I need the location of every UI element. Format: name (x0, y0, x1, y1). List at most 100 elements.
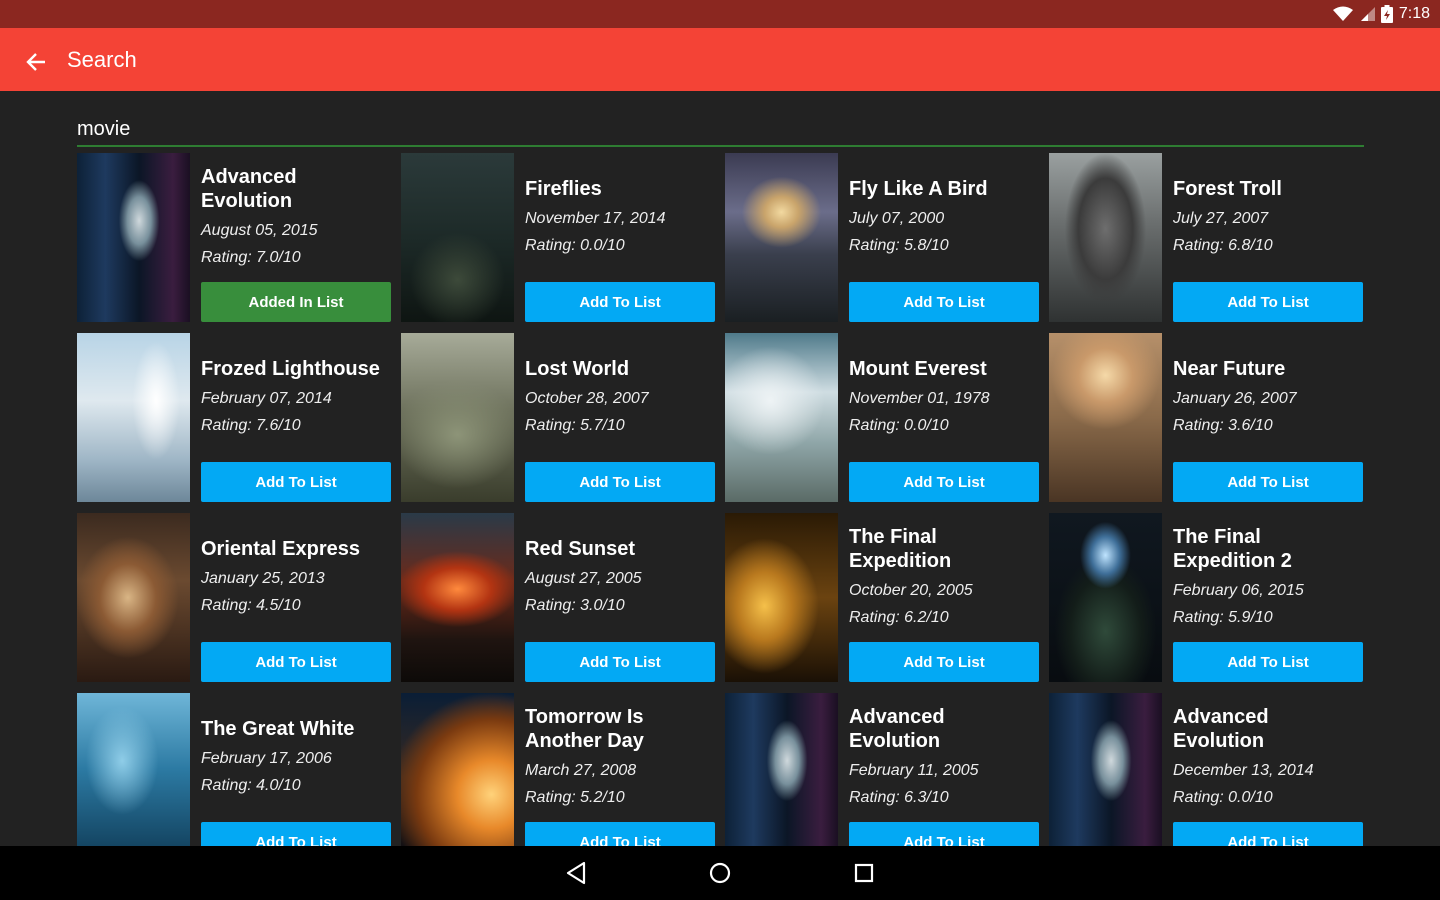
movie-poster[interactable] (1049, 153, 1162, 322)
rating-value: 5.2/10 (580, 788, 625, 806)
movie-card[interactable]: Oriental Express January 25, 2013 Rating: … (77, 513, 391, 682)
added-in-list-button[interactable]: Added In List (201, 282, 391, 322)
rating-row: Rating: 4.5/10 (201, 592, 391, 619)
release-date: February 11, 2005 (849, 761, 979, 779)
rating-value: 0.0/10 (580, 236, 625, 254)
add-to-list-button[interactable]: Add To List (525, 822, 715, 846)
search-results-panel: Advanced Evolution August 05, 2015 Rating:… (0, 91, 1440, 846)
rating-label: Rating: (525, 416, 576, 434)
add-to-list-button[interactable]: Add To List (849, 462, 1039, 502)
movie-poster[interactable] (77, 333, 190, 502)
movie-title: Frozed Lighthouse (201, 357, 380, 380)
release-date: December 13, 2014 (1173, 761, 1314, 779)
add-to-list-button[interactable]: Add To List (201, 822, 391, 846)
movie-card[interactable]: Near Future January 26, 2007 Rating: 3.6/1… (1049, 333, 1363, 502)
rating-value: 6.3/10 (904, 788, 949, 806)
rating-row: Rating: 0.0/10 (1173, 784, 1363, 811)
add-to-list-button[interactable]: Add To List (849, 642, 1039, 682)
movie-poster[interactable] (77, 693, 190, 846)
add-to-list-button[interactable]: Add To List (201, 642, 391, 682)
movie-poster[interactable] (77, 153, 190, 322)
movie-poster[interactable] (401, 153, 514, 322)
movie-card[interactable]: Lost World October 28, 2007 Rating: 5.7/10… (401, 333, 715, 502)
nav-home-button[interactable] (705, 858, 735, 888)
movie-text: Oriental Express January 25, 2013 Rating: … (201, 513, 391, 642)
rating-label: Rating: (525, 236, 576, 254)
movie-info: The Final Expedition October 20, 2005 Rati… (849, 513, 1039, 682)
rating-value: 6.2/10 (904, 608, 949, 626)
movie-card[interactable]: Red Sunset August 27, 2005 Rating: 3.0/10 A… (401, 513, 715, 682)
movie-text: Lost World October 28, 2007 Rating: 5.7/10 (525, 333, 715, 462)
movie-card[interactable]: Advanced Evolution December 13, 2014 Ratin… (1049, 693, 1363, 846)
add-to-list-button[interactable]: Add To List (525, 462, 715, 502)
movie-poster[interactable] (725, 333, 838, 502)
movie-info: Red Sunset August 27, 2005 Rating: 3.0/10 A… (525, 513, 715, 682)
add-to-list-button[interactable]: Add To List (1173, 642, 1363, 682)
movie-info: Tomorrow Is Another Day March 27, 2008 Rat… (525, 693, 715, 846)
add-to-list-button[interactable]: Add To List (1173, 822, 1363, 846)
rating-label: Rating: (201, 248, 252, 266)
add-to-list-button[interactable]: Add To List (1173, 282, 1363, 322)
movie-card[interactable]: Advanced Evolution February 11, 2005 Ratin… (725, 693, 1039, 846)
rating-value: 0.0/10 (1228, 788, 1273, 806)
movie-info: Advanced Evolution February 11, 2005 Ratin… (849, 693, 1039, 846)
add-to-list-button[interactable]: Add To List (525, 642, 715, 682)
movie-card[interactable]: Fly Like A Bird July 07, 2000 Rating: 5.8/… (725, 153, 1039, 322)
rating-label: Rating: (201, 596, 252, 614)
movie-poster[interactable] (401, 693, 514, 846)
rating-value: 7.6/10 (256, 416, 301, 434)
rating-value: 3.6/10 (1228, 416, 1273, 434)
movie-card[interactable]: The Final Expedition October 20, 2005 Rati… (725, 513, 1039, 682)
movie-info: Forest Troll July 27, 2007 Rating: 6.8/10 A… (1173, 153, 1363, 322)
movie-poster[interactable] (725, 153, 838, 322)
add-to-list-button[interactable]: Add To List (201, 462, 391, 502)
movie-title: Fly Like A Bird (849, 177, 988, 200)
movie-card[interactable]: The Final Expedition 2 February 06, 2015 R… (1049, 513, 1363, 682)
movie-poster[interactable] (1049, 333, 1162, 502)
rating-label: Rating: (1173, 236, 1224, 254)
movie-poster[interactable] (725, 693, 838, 846)
movie-card[interactable]: Forest Troll July 27, 2007 Rating: 6.8/10 A… (1049, 153, 1363, 322)
page-title: Search (67, 47, 137, 72)
rating-value: 4.5/10 (256, 596, 301, 614)
movie-poster[interactable] (725, 513, 838, 682)
movie-card[interactable]: Advanced Evolution August 05, 2015 Rating:… (77, 153, 391, 322)
movie-text: Forest Troll July 27, 2007 Rating: 6.8/10 (1173, 153, 1363, 282)
rating-value: 5.8/10 (904, 236, 949, 254)
movie-poster[interactable] (77, 513, 190, 682)
add-to-list-button[interactable]: Add To List (1173, 462, 1363, 502)
movie-card[interactable]: Tomorrow Is Another Day March 27, 2008 Rat… (401, 693, 715, 846)
release-date: August 27, 2005 (525, 569, 642, 587)
movie-card[interactable]: Frozed Lighthouse February 07, 2014 Rating… (77, 333, 391, 502)
movie-poster[interactable] (401, 333, 514, 502)
add-to-list-button[interactable]: Add To List (525, 282, 715, 322)
release-date: January 26, 2007 (1173, 389, 1297, 407)
nav-recents-button[interactable] (849, 858, 879, 888)
rating-value: 6.8/10 (1228, 236, 1273, 254)
nav-back-button[interactable] (561, 858, 591, 888)
movie-card[interactable]: The Great White February 17, 2006 Rating: … (77, 693, 391, 846)
movie-info: Oriental Express January 25, 2013 Rating: … (201, 513, 391, 682)
add-to-list-button[interactable]: Add To List (849, 822, 1039, 846)
movie-card[interactable]: Mount Everest November 01, 1978 Rating: 0.… (725, 333, 1039, 502)
movie-title: The Great White (201, 717, 355, 740)
release-date: July 27, 2007 (1173, 209, 1269, 227)
back-button[interactable] (20, 46, 52, 78)
movie-poster[interactable] (1049, 693, 1162, 846)
add-to-list-button[interactable]: Add To List (849, 282, 1039, 322)
release-date: August 05, 2015 (201, 221, 318, 239)
movie-poster[interactable] (1049, 513, 1162, 682)
rating-row: Rating: 5.9/10 (1173, 604, 1363, 631)
nav-recents-icon (854, 863, 874, 883)
movie-title: Tomorrow Is Another Day (525, 705, 644, 752)
battery-icon (1380, 5, 1393, 23)
search-input[interactable] (77, 115, 1364, 143)
movie-poster[interactable] (401, 513, 514, 682)
search-field[interactable] (77, 115, 1364, 147)
movie-card[interactable]: Fireflies November 17, 2014 Rating: 0.0/10… (401, 153, 715, 322)
status-bar: 7:18 (0, 0, 1440, 28)
rating-row: Rating: 4.0/10 (201, 772, 391, 799)
navigation-bar (0, 846, 1440, 900)
release-date: February 17, 2006 (201, 749, 332, 767)
movie-title: Advanced Evolution (201, 165, 297, 212)
